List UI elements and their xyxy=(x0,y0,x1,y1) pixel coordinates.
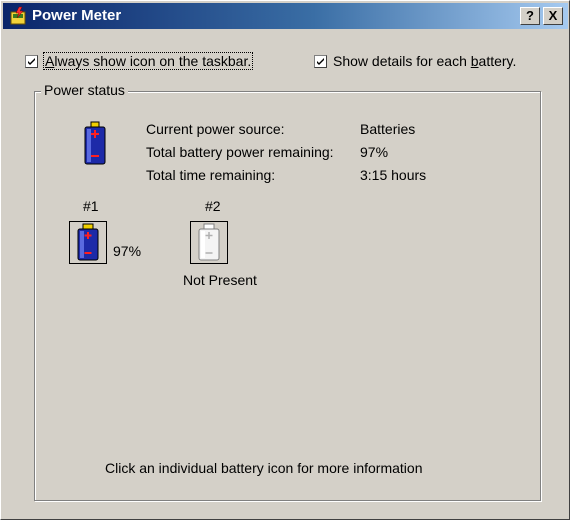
battery-meter-icon xyxy=(10,6,26,25)
total-power-remaining-value: 97% xyxy=(360,144,389,160)
current-power-source-value: Batteries xyxy=(360,121,416,137)
always-show-icon-label: Always show icon on the taskbar. xyxy=(42,52,254,70)
window-title: Power Meter xyxy=(32,7,122,24)
battery-2-status: Not Present xyxy=(183,272,257,288)
checkmark-icon xyxy=(317,57,324,65)
help-button[interactable]: ? xyxy=(520,7,540,25)
power-status-group-label: Power status xyxy=(41,82,128,98)
battery-full-icon xyxy=(77,223,99,261)
show-details-label: Show details for each battery. xyxy=(333,53,517,69)
show-details-option[interactable]: Show details for each battery. xyxy=(314,53,516,69)
total-time-remaining-value: 3:15 hours xyxy=(360,167,427,183)
close-button[interactable]: X xyxy=(543,7,563,25)
battery-full-icon xyxy=(84,121,106,165)
checkmark-icon xyxy=(28,57,35,65)
total-time-remaining-label: Total time remaining: xyxy=(146,167,276,183)
current-power-source-label: Current power source: xyxy=(146,121,285,137)
battery-1-percent: 97% xyxy=(113,243,142,259)
battery-empty-icon xyxy=(198,223,220,261)
total-power-remaining-label: Total battery power remaining: xyxy=(146,144,334,160)
battery-1-button[interactable] xyxy=(69,221,107,264)
battery-1-number: #1 xyxy=(83,198,99,214)
always-show-icon-option[interactable]: Always show icon on the taskbar. xyxy=(25,52,254,70)
footer-instruction: Click an individual battery icon for mor… xyxy=(105,460,423,476)
battery-2-number: #2 xyxy=(205,198,221,214)
battery-2-button[interactable] xyxy=(190,221,228,264)
title-bar[interactable]: Power Meter ? X xyxy=(3,3,568,29)
power-meter-window: Power Meter ? X Always show icon on the … xyxy=(0,0,570,520)
always-show-icon-checkbox[interactable] xyxy=(25,54,38,68)
show-details-checkbox[interactable] xyxy=(314,54,327,68)
